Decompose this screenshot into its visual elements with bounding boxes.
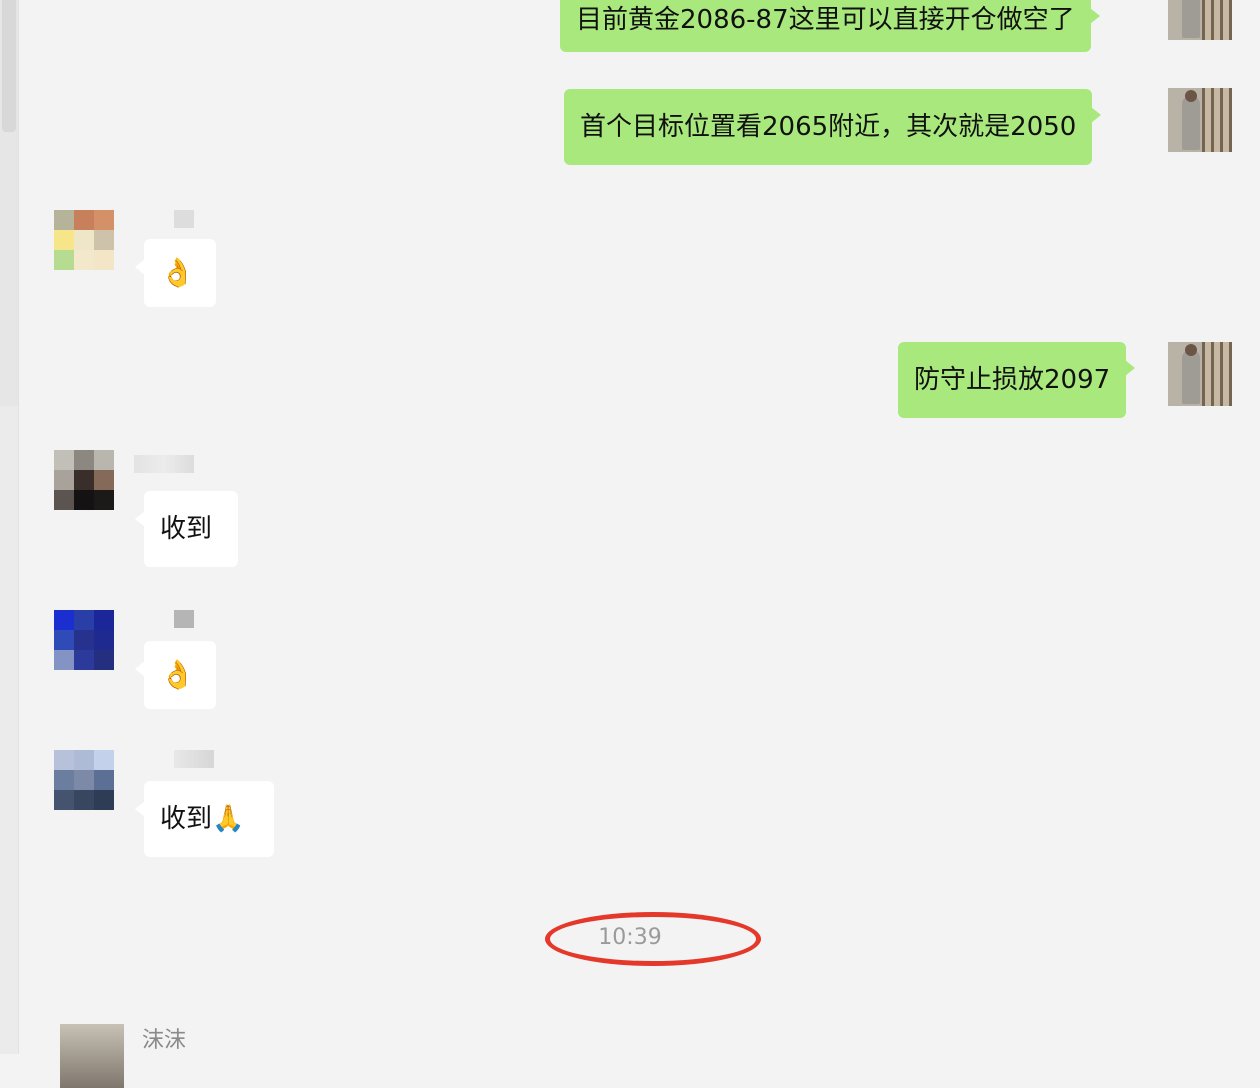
- contact-avatar[interactable]: [54, 610, 114, 670]
- contact-avatar[interactable]: [60, 1024, 124, 1088]
- highlight-circle-annotation: [545, 912, 761, 966]
- ok-hand-icon: 👌: [160, 256, 195, 289]
- message-text: 收到: [160, 514, 213, 544]
- contact-name-redacted: [174, 750, 214, 768]
- my-avatar[interactable]: [1168, 0, 1232, 40]
- my-message-bubble[interactable]: 首个目标位置看2065附近，其次就是2050: [564, 89, 1102, 165]
- scrollbar-track[interactable]: [0, 0, 18, 406]
- contact-name-redacted: [134, 455, 194, 473]
- contact-message-bubble[interactable]: 👌: [135, 641, 216, 709]
- my-avatar[interactable]: [1168, 342, 1232, 406]
- scrollbar-thumb[interactable]: [2, 0, 16, 132]
- my-message-bubble[interactable]: 目前黄金2086-87这里可以直接开仓做空了: [560, 0, 1100, 52]
- my-avatar[interactable]: [1168, 88, 1232, 152]
- contact-message-bubble[interactable]: 收到🙏: [135, 781, 274, 857]
- my-message-bubble[interactable]: 防守止损放2097: [898, 342, 1136, 418]
- contact-avatar[interactable]: [54, 750, 114, 810]
- ok-hand-icon: 👌: [160, 658, 195, 691]
- contact-avatar[interactable]: [54, 450, 114, 510]
- message-text: 防守止损放2097: [914, 365, 1111, 395]
- contact-message-bubble[interactable]: 👌: [135, 239, 216, 307]
- contact-name-redacted: [174, 210, 194, 228]
- message-text: 目前黄金2086-87这里可以直接开仓做空了: [576, 5, 1075, 35]
- sender-name: 沫沫: [142, 1028, 187, 1053]
- contact-avatar[interactable]: [54, 210, 114, 270]
- contact-name-redacted: [174, 610, 194, 628]
- message-text: 首个目标位置看2065附近，其次就是2050: [580, 112, 1077, 142]
- contact-message-bubble[interactable]: 收到: [135, 491, 238, 567]
- message-text: 收到🙏: [160, 804, 245, 834]
